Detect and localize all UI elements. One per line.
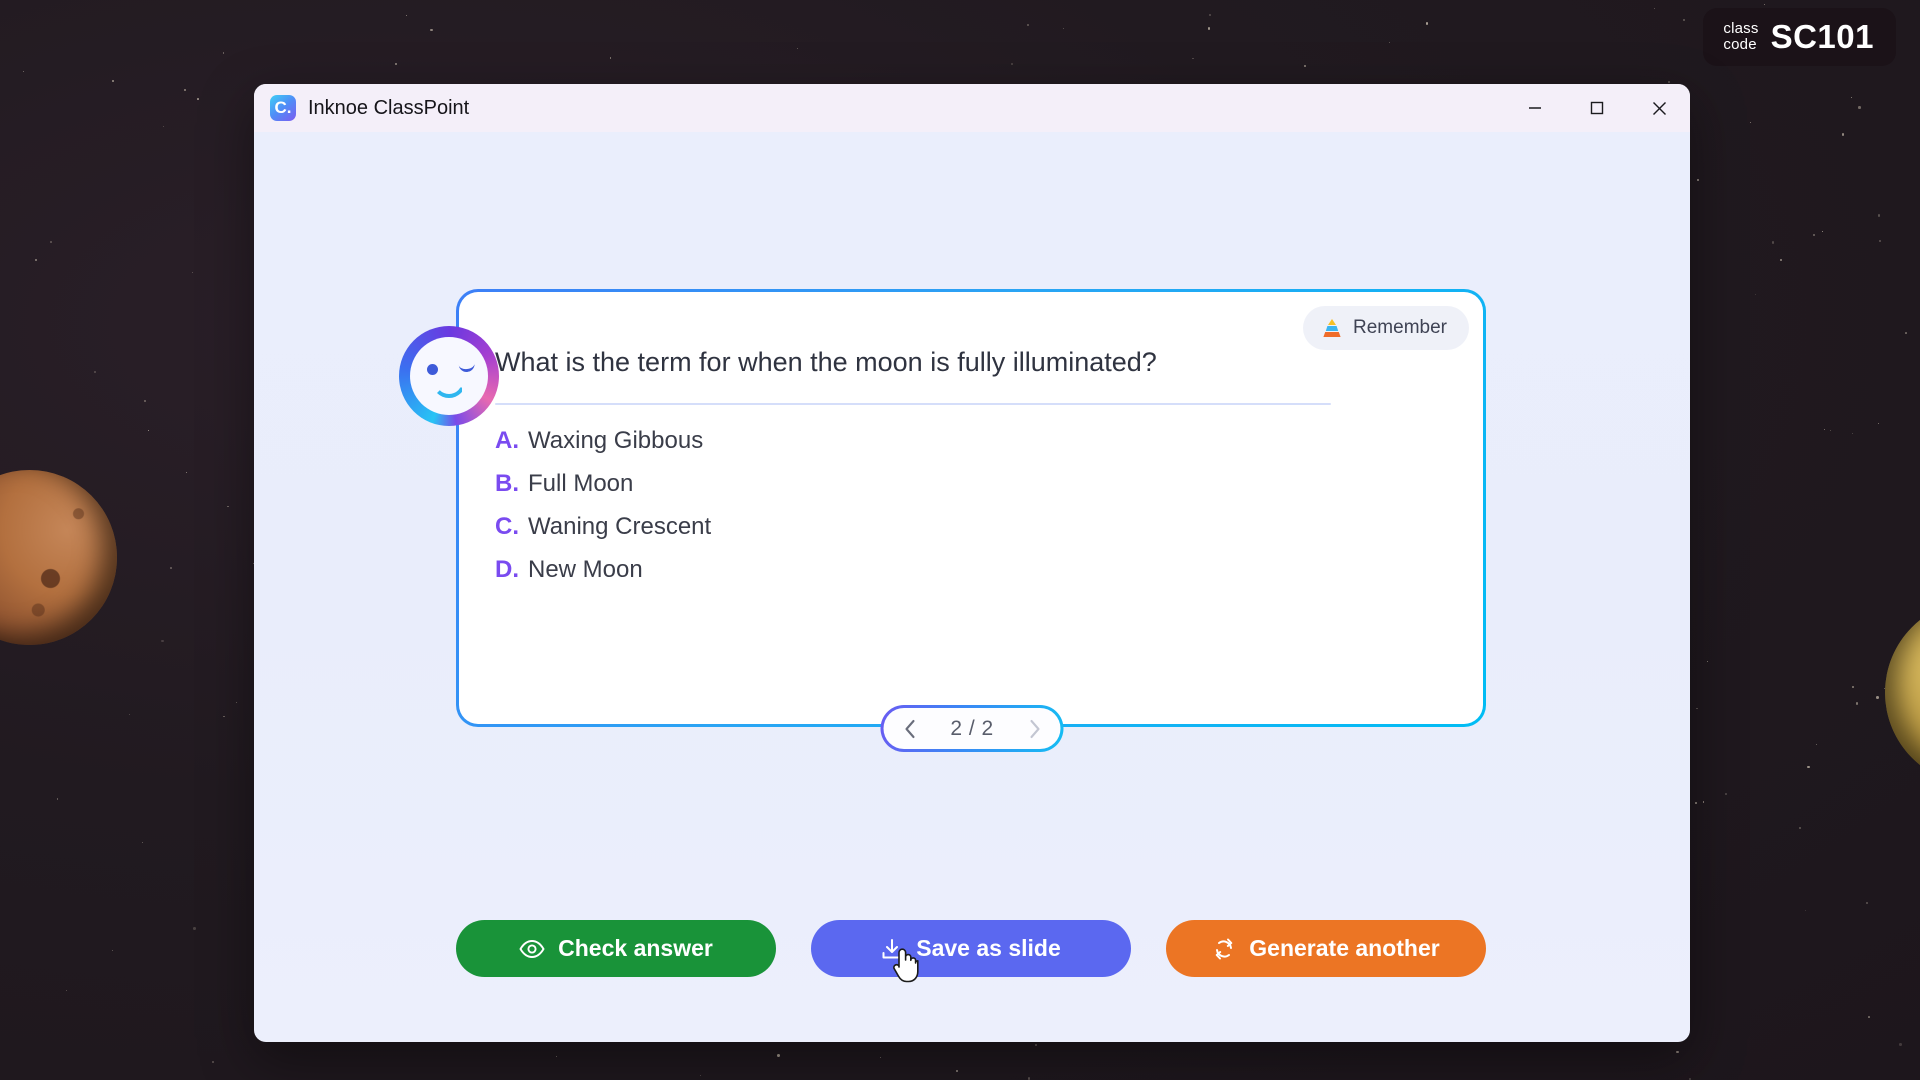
chevron-right-icon[interactable] [1023, 717, 1047, 741]
status-badge-label: Remember [1353, 317, 1447, 338]
chevron-left-icon[interactable] [898, 717, 922, 741]
question-text: What is the term for when the moon is fu… [495, 347, 1157, 377]
option-text: Waning Crescent [528, 512, 712, 540]
class-code-label: class code [1723, 20, 1759, 53]
option-letter: B. [495, 469, 519, 497]
page-indicator: 2 / 2 [950, 716, 994, 740]
save-as-slide-label: Save as slide [916, 935, 1061, 961]
class-code-value: SC101 [1770, 18, 1874, 55]
pagination-control: 2 / 2 [880, 705, 1064, 752]
list-item[interactable]: A. Waxing Gibbous [495, 427, 1447, 455]
status-badge: Remember [1303, 306, 1469, 350]
option-text: Full Moon [528, 469, 634, 497]
avatar-eye-wink [458, 362, 476, 373]
question-card: Remember What is the term for when the m… [399, 289, 1486, 727]
class-code-badge: class code SC101 [1703, 8, 1896, 66]
classpoint-logo-icon: C. [270, 95, 296, 121]
pagination-inner: 2 / 2 [883, 708, 1061, 749]
option-letter: C. [495, 512, 519, 540]
download-icon [882, 938, 902, 958]
avatar-smile [432, 381, 466, 398]
generate-another-label: Generate another [1249, 935, 1440, 961]
maximize-icon[interactable] [1566, 84, 1628, 132]
answer-options-list: A. Waxing Gibbous B. Full Moon C. Waning… [495, 427, 1447, 584]
action-button-row: Check answer Save as slide Generate anot… [456, 920, 1486, 977]
generate-another-button[interactable]: Generate another [1166, 920, 1486, 977]
check-answer-button[interactable]: Check answer [456, 920, 776, 977]
close-icon[interactable] [1628, 84, 1690, 132]
avatar-eye-open [427, 364, 438, 375]
eye-icon [519, 939, 545, 958]
window-title: Inknoe ClassPoint [308, 96, 470, 119]
planet-gold-decoration [1885, 600, 1920, 785]
window-controls [1504, 84, 1690, 132]
question-card-inner: Remember What is the term for when the m… [399, 292, 1483, 724]
divider [495, 402, 1331, 405]
window-content: Remember What is the term for when the m… [254, 132, 1690, 1042]
option-letter: A. [495, 426, 519, 454]
desktop-background: class code SC101 C. Inknoe ClassPoint Re… [0, 0, 1920, 1080]
option-text: Waxing Gibbous [528, 426, 704, 454]
list-item[interactable]: D. New Moon [495, 556, 1447, 584]
save-as-slide-button[interactable]: Save as slide [811, 920, 1131, 977]
check-answer-label: Check answer [558, 935, 713, 961]
list-item[interactable]: B. Full Moon [495, 470, 1447, 498]
option-letter: D. [495, 555, 519, 583]
window-titlebar: C. Inknoe ClassPoint [254, 84, 1690, 132]
planet-mars-decoration [0, 470, 117, 645]
minimize-icon[interactable] [1504, 84, 1566, 132]
classpoint-window: C. Inknoe ClassPoint Remember What is th… [254, 84, 1690, 1042]
avatar-face-icon [410, 337, 488, 415]
option-text: New Moon [528, 555, 643, 583]
ai-assistant-avatar [399, 326, 499, 426]
refresh-icon [1215, 938, 1233, 959]
list-item[interactable]: C. Waning Crescent [495, 513, 1447, 541]
blooms-pyramid-icon [1323, 319, 1341, 337]
